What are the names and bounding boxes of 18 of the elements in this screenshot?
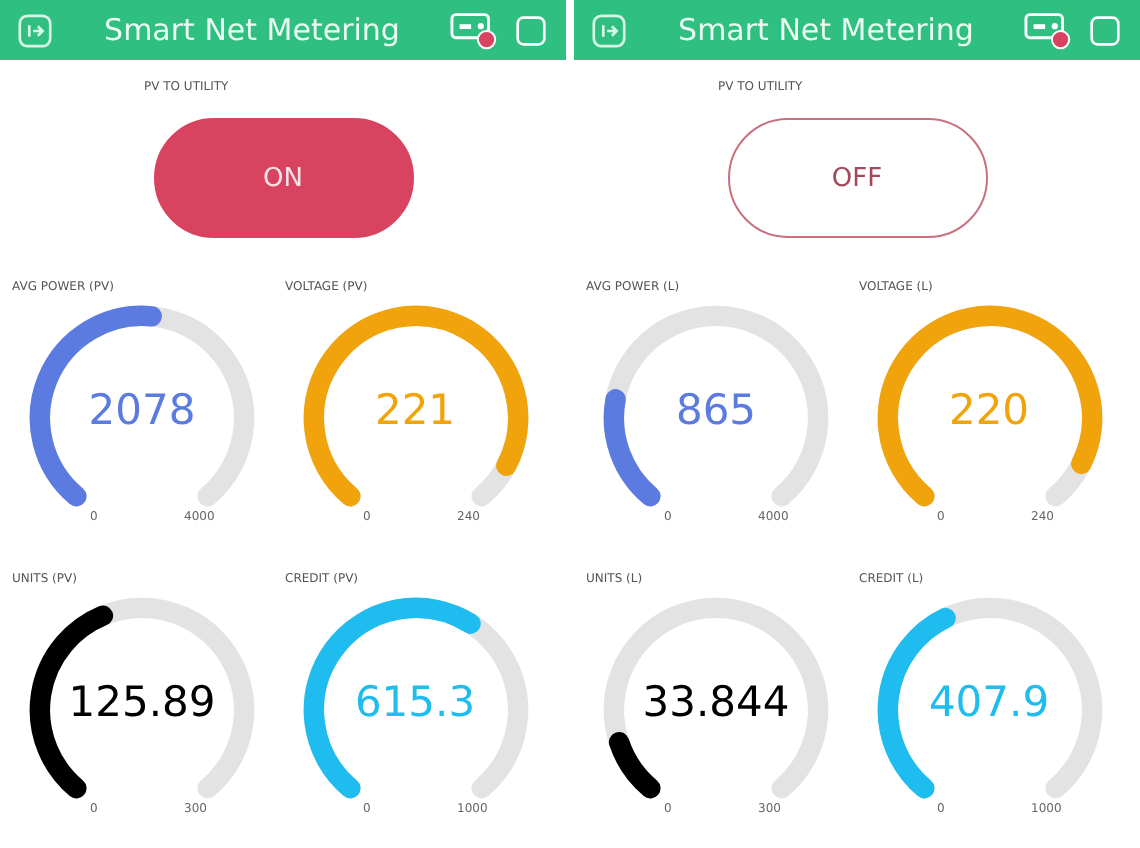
- gauge-value: 865: [673, 386, 759, 434]
- device-icon[interactable]: [1024, 8, 1074, 52]
- toggle-button[interactable]: ON: [153, 118, 413, 238]
- gauge-value: 220: [946, 386, 1032, 434]
- gauge-value: 33.844: [640, 678, 792, 726]
- gauge-value: 2078: [86, 386, 198, 434]
- gauge-value: 125.89: [66, 678, 218, 726]
- back-icon[interactable]: [16, 11, 54, 49]
- square-icon[interactable]: [1086, 11, 1124, 49]
- app-title: Smart Net Metering: [102, 12, 402, 48]
- square-icon[interactable]: [512, 11, 550, 49]
- device-icon[interactable]: [450, 8, 500, 52]
- toggle-button[interactable]: OFF: [727, 118, 987, 238]
- gauge-value: 221: [372, 386, 458, 434]
- gauge-value: 407.9: [926, 678, 1052, 726]
- gauge-value: 615.3: [352, 678, 478, 726]
- app-title: Smart Net Metering: [676, 12, 976, 48]
- back-icon[interactable]: [590, 11, 628, 49]
